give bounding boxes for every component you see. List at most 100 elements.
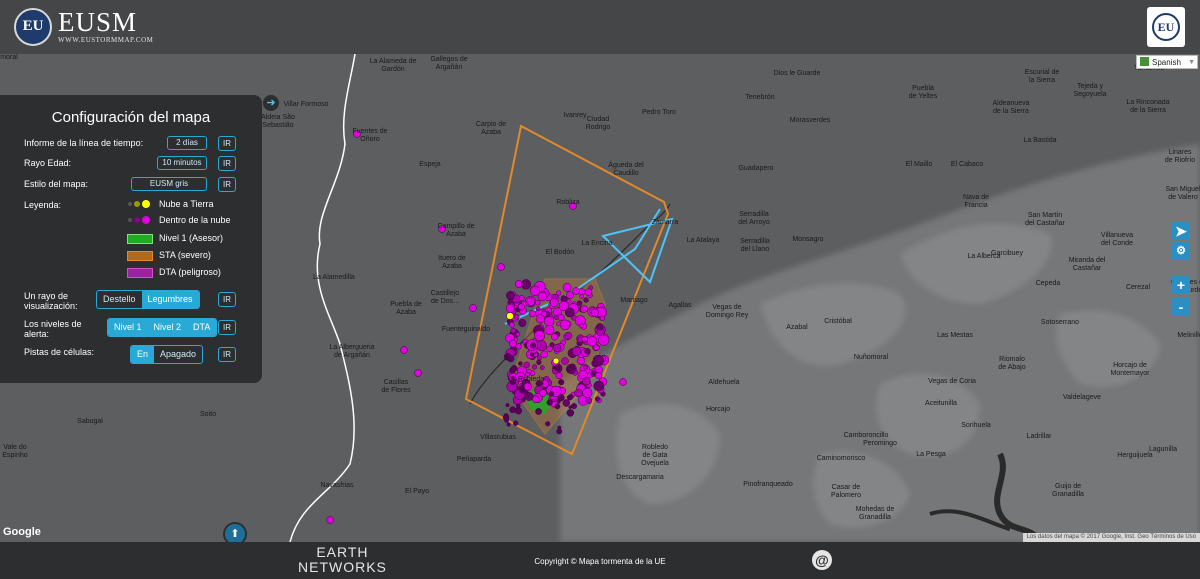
- map-style-input[interactable]: EUSM gris: [131, 177, 207, 191]
- legend-label: Leyenda:: [24, 200, 62, 210]
- place-label: El Payo: [404, 488, 430, 495]
- place-label: Riomalo de Abajo: [998, 356, 1026, 371]
- alert-option-level1[interactable]: Nivel 1: [108, 319, 148, 336]
- place-label: La Alamedilla: [313, 274, 355, 281]
- timeline-input[interactable]: 2 días: [167, 136, 207, 150]
- lightning-dot: [593, 380, 605, 392]
- lightning-dot: [509, 322, 515, 328]
- badge-text: EU: [1152, 13, 1180, 41]
- logo-text: EU: [22, 18, 44, 34]
- lightning-dot: [553, 343, 562, 352]
- lightning-dot: [520, 397, 526, 403]
- lightning-dot: [534, 330, 545, 342]
- place-label: El Cabaco: [950, 161, 984, 168]
- place-label: Puebla de Azaba: [390, 301, 422, 316]
- lightning-dot: [509, 378, 516, 385]
- lightning-dot: [507, 355, 515, 363]
- panel-title: Configuración del mapa: [51, 109, 211, 126]
- display-option-flash[interactable]: Destello: [97, 291, 142, 308]
- tracks-toggle: En Apagado: [130, 345, 204, 364]
- tracks-option-on[interactable]: En: [131, 346, 155, 363]
- ray-age-input[interactable]: 10 minutos: [157, 156, 207, 170]
- collapse-panel-icon[interactable]: ➜: [263, 95, 279, 111]
- display-go-button[interactable]: IR: [218, 292, 236, 307]
- lightning-dot: [599, 315, 606, 321]
- place-label: Navasfrias: [320, 482, 354, 489]
- legend-swatch-sta: [127, 251, 153, 261]
- place-label: Villasrubias: [480, 434, 516, 441]
- alert-toggle: Nivel 1 Nivel 2 DTA: [107, 318, 218, 337]
- ray-age-go-button[interactable]: IR: [218, 156, 236, 171]
- email-icon[interactable]: @: [812, 550, 832, 570]
- lightning-dot: [596, 323, 604, 331]
- lightning-dot: [549, 298, 559, 307]
- lightning-dot: [592, 354, 605, 367]
- lightning-dot: [535, 306, 541, 311]
- place-label: Ciudad Rodrigo: [585, 116, 611, 131]
- brand-url: WWW.EUSTORMMAP.COM: [58, 36, 154, 44]
- lightning-dot: [557, 314, 565, 321]
- zoom-out-button[interactable]: -: [1172, 298, 1190, 316]
- lightning-dot: [569, 363, 576, 370]
- place-label: Castillejo de Dos...: [430, 290, 460, 305]
- lightning-dot: [566, 298, 572, 304]
- place-label: El Maillo: [905, 161, 933, 168]
- timeline-go-button[interactable]: IR: [218, 136, 236, 151]
- lightning-dot: [619, 378, 627, 386]
- place-label: Villar Formoso: [283, 101, 329, 108]
- place-label: Aldeanueva de la Sierra: [992, 100, 1030, 115]
- lightning-dot: [505, 303, 515, 313]
- lightning-dot: [530, 352, 535, 357]
- alert-go-button[interactable]: IR: [218, 320, 236, 335]
- place-label: San Martín del Castañar: [1025, 212, 1065, 227]
- lightning-dot: [583, 297, 589, 303]
- place-label: Vale do Espinho: [2, 444, 28, 459]
- alert-option-level2[interactable]: Nivel 2: [147, 319, 188, 336]
- lightning-dot: [546, 345, 553, 353]
- place-label: Ladrillar: [1026, 433, 1052, 440]
- place-label: Camboroncillo: [843, 432, 889, 439]
- lightning-dot: [553, 315, 559, 321]
- ray-age-label: Rayo Edad:: [24, 158, 72, 168]
- lightning-dot: [536, 340, 547, 352]
- place-label: Linares de Riofrío: [1164, 149, 1196, 164]
- place-label: Valdelageve: [1062, 394, 1102, 401]
- display-option-pulses[interactable]: Legumbres: [141, 291, 199, 308]
- lightning-dot: [526, 297, 535, 306]
- lightning-dot: [513, 313, 520, 320]
- legend-swatch-dta: [127, 268, 153, 278]
- gear-icon[interactable]: ⚙: [1172, 242, 1190, 260]
- tracks-go-button[interactable]: IR: [218, 347, 236, 362]
- eusm-logo-icon[interactable]: EU: [14, 8, 52, 46]
- display-label: Un rayo de visualización:: [24, 291, 78, 311]
- map-attribution[interactable]: Los datos del mapa © 2017 Google, Inst. …: [1022, 533, 1200, 542]
- place-label: Serradilla del Llano: [740, 238, 770, 253]
- lightning-dot: [581, 336, 588, 343]
- zoom-in-button[interactable]: +: [1172, 276, 1190, 294]
- lightning-dot: [583, 364, 589, 370]
- place-label: Carpio de Azaba: [475, 121, 507, 136]
- lightning-dot: [535, 314, 545, 324]
- place-label: Ivanrey: [563, 112, 587, 119]
- google-logo: Google: [3, 526, 41, 538]
- tracks-option-off[interactable]: Apagado: [154, 346, 202, 363]
- place-label: Horcajo: [705, 406, 731, 413]
- lightning-dot: [559, 319, 571, 331]
- place-label: Navalmoral: [0, 54, 18, 61]
- place-label: Guijo de Granadilla: [1052, 483, 1084, 498]
- lightning-dot: [546, 399, 553, 406]
- brand-title[interactable]: EUSM: [58, 7, 137, 38]
- alert-option-dta[interactable]: DTA: [187, 319, 217, 336]
- badge-logo-icon[interactable]: EU: [1147, 7, 1185, 47]
- language-select[interactable]: Spanish ▼: [1136, 55, 1198, 69]
- place-label: Puebla de Yeltes: [908, 85, 938, 100]
- lightning-dot: [524, 392, 534, 401]
- lightning-dot: [509, 406, 517, 414]
- send-icon[interactable]: ➤: [1172, 222, 1190, 240]
- lightning-dot: [571, 346, 582, 356]
- lightning-dot: [572, 287, 580, 295]
- map-style-go-button[interactable]: IR: [218, 177, 236, 192]
- place-label: Las Mestas: [937, 332, 973, 339]
- tracks-label: Pistas de células:: [24, 347, 95, 357]
- lightning-dot: [554, 403, 561, 410]
